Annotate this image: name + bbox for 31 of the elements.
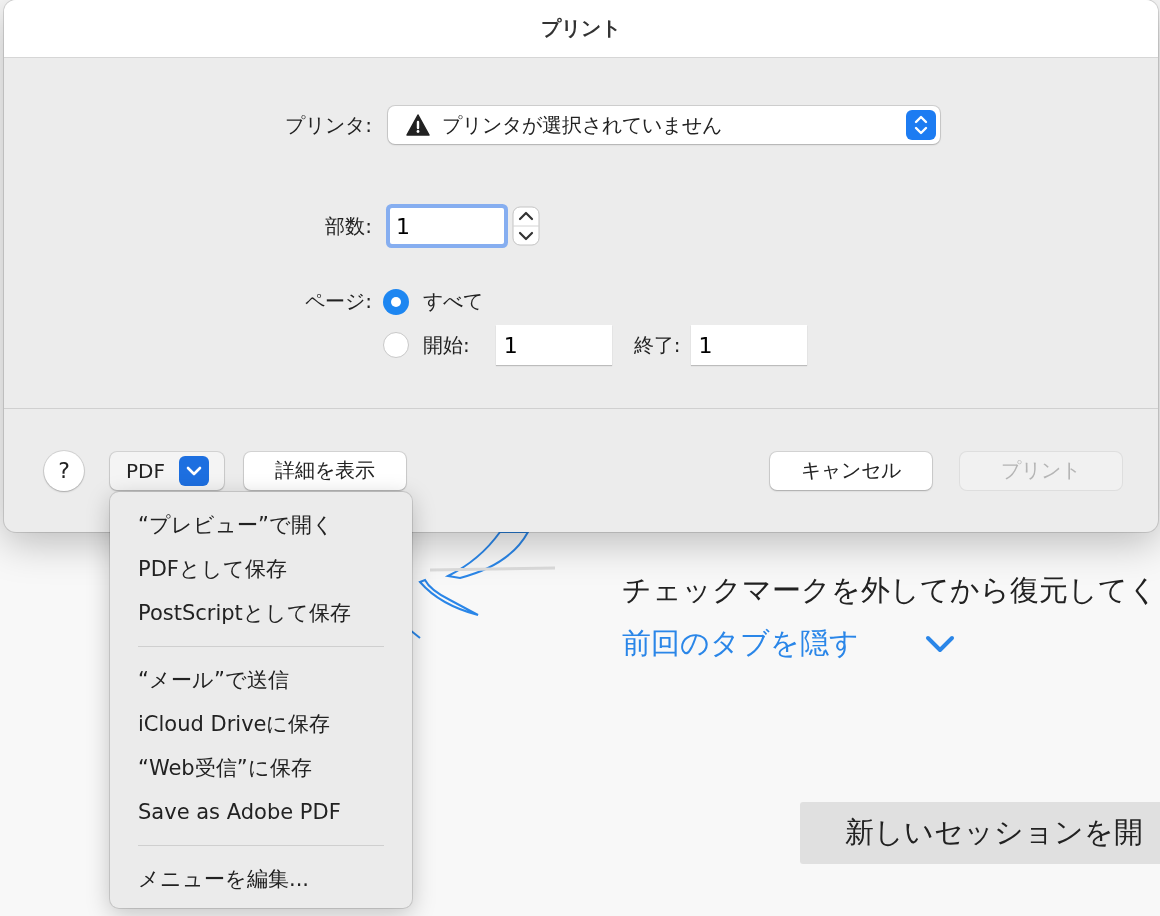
new-session-button[interactable]: 新しいセッションを開 — [800, 802, 1160, 864]
page-text: チェックマークを外してから復元してく — [622, 572, 1159, 609]
up-down-icon — [906, 110, 936, 140]
printer-dropdown[interactable]: プリンタが選択されていません — [388, 106, 940, 144]
show-details-button[interactable]: 詳細を表示 — [244, 451, 406, 490]
radio-label: すべて — [423, 288, 483, 315]
to-label: 終了: — [633, 331, 681, 359]
caret-icon — [178, 455, 209, 486]
from-page-field[interactable]: 1 — [495, 325, 612, 365]
menu-item[interactable]: “Web受信”に保存 — [138, 746, 384, 790]
copies-field[interactable]: 1 — [390, 208, 504, 244]
cancel-button[interactable]: キャンセル — [770, 451, 932, 490]
to-page-field[interactable]: 1 — [690, 325, 807, 365]
radio-button[interactable] — [383, 288, 409, 315]
menu-item[interactable]: PDFとして保存 — [138, 547, 384, 591]
help-button[interactable]: ? — [44, 450, 84, 491]
menu-item[interactable]: “プレビュー”で開く — [138, 503, 384, 547]
menu-item[interactable]: メニューを編集... — [138, 857, 384, 901]
radio-button[interactable] — [383, 332, 409, 358]
radio-label: 開始: — [423, 331, 470, 359]
stepper-icon[interactable] — [512, 206, 540, 246]
menu-item[interactable]: “メール”で送信 — [138, 658, 384, 702]
copies-label: 部数: — [324, 212, 372, 240]
printer-label: プリンタ: — [284, 111, 372, 139]
pages-label: ページ: — [304, 288, 372, 315]
menu-item[interactable]: Save as Adobe PDF — [138, 790, 384, 834]
dialog-title: プリント — [541, 15, 621, 42]
pdf-menu-button[interactable]: PDF — [110, 451, 224, 490]
chevron-down-icon[interactable] — [925, 635, 955, 653]
menu-item[interactable]: iCloud Driveに保存 — [138, 702, 384, 746]
menu-item[interactable]: PostScriptとして保存 — [138, 591, 384, 635]
